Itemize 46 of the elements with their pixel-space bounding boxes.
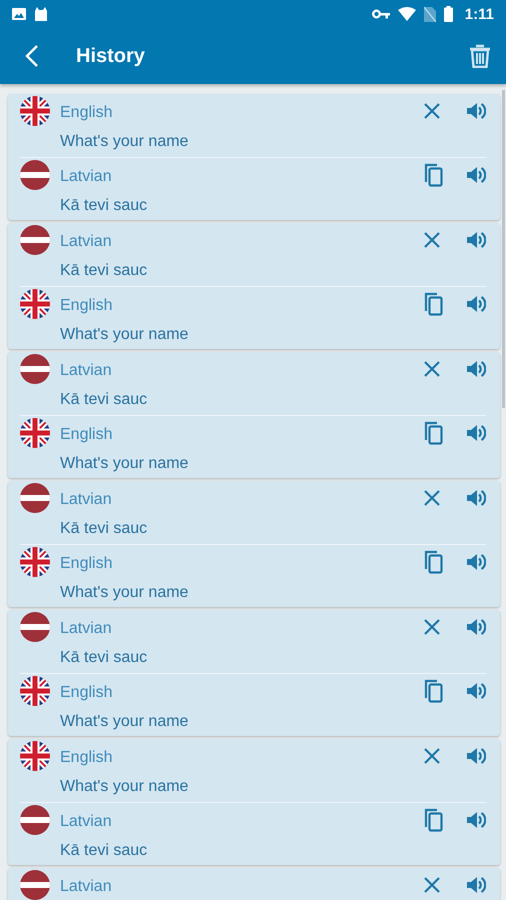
flag-icon (20, 676, 50, 706)
language-label: Latvian (60, 167, 113, 186)
flag-icon (20, 354, 50, 384)
flag-icon (20, 483, 50, 513)
phrase-text: What's your name (60, 454, 190, 473)
phrase-text: What's your name (60, 583, 190, 602)
language-label: English (60, 103, 114, 122)
language-label: English (60, 425, 114, 444)
flag-icon (20, 289, 50, 319)
phrase-text: What's your name (60, 712, 190, 731)
phrase-text: What's your name (60, 132, 190, 151)
flag-icon (20, 225, 50, 255)
key-icon (372, 9, 390, 19)
language-label: English (60, 554, 114, 573)
clock-time: 1:11 (464, 6, 494, 22)
cat-icon (34, 7, 48, 21)
language-label: Latvian (60, 361, 113, 380)
phrase-text: What's your name (60, 325, 190, 344)
flag-icon (20, 418, 50, 448)
phrase-text: Kā tevi sauc (60, 196, 148, 215)
wifi-icon (398, 7, 416, 21)
language-label: Latvian (60, 619, 113, 638)
flag-icon (20, 96, 50, 126)
flag-icon (20, 612, 50, 642)
language-label: English (60, 748, 114, 767)
screen-title: History (76, 44, 146, 68)
language-label: English (60, 683, 114, 702)
flag-icon (20, 805, 50, 835)
battery-icon (444, 6, 453, 22)
phrase-text: Kā tevi sauc (60, 519, 148, 538)
phrase-text: Kā tevi sauc (60, 841, 148, 860)
flag-icon (20, 547, 50, 577)
phrase-text: Kā tevi sauc (60, 261, 148, 280)
flag-icon (20, 741, 50, 771)
flag-icon (20, 870, 50, 900)
language-label: Latvian (60, 812, 113, 831)
phrase-text: Kā tevi sauc (60, 390, 148, 409)
language-label: Latvian (60, 490, 113, 509)
no-sim-icon (424, 6, 436, 22)
language-label: English (60, 296, 114, 315)
language-label: Latvian (60, 232, 113, 251)
flag-icon (20, 160, 50, 190)
phrase-text: Kā tevi sauc (60, 648, 148, 667)
image-icon (12, 8, 26, 20)
language-label: Latvian (60, 877, 113, 896)
phrase-text: What's your name (60, 777, 190, 796)
